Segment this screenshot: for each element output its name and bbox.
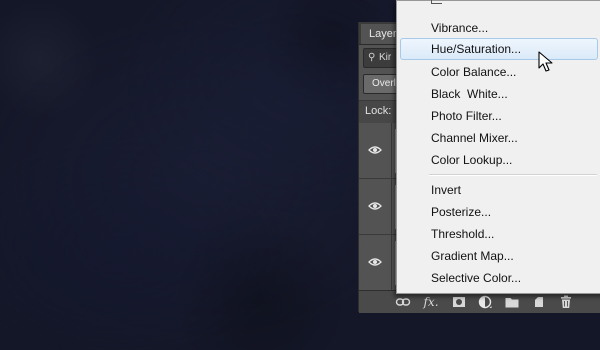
- menu-item-black-white[interactable]: Black White...: [397, 83, 600, 105]
- menu-separator: [429, 174, 597, 176]
- eye-icon: [368, 202, 382, 210]
- eye-icon: [368, 258, 382, 266]
- visibility-toggle[interactable]: [359, 123, 392, 178]
- eye-icon: [368, 146, 382, 154]
- menu-item-channel-mixer[interactable]: Channel Mixer...: [397, 127, 600, 149]
- menu-item-label: Gradient Map...: [431, 249, 514, 263]
- link-icon[interactable]: [395, 294, 411, 310]
- menu-top-remnant: [431, 0, 442, 4]
- fx-icon[interactable]: fx.: [423, 294, 439, 310]
- menu-item-hue-saturation[interactable]: Hue/Saturation...: [400, 38, 598, 60]
- menu-item-label: Threshold...: [431, 227, 495, 241]
- menu-item-label: Color Lookup...: [431, 153, 513, 167]
- new-layer-icon[interactable]: [531, 294, 547, 310]
- menu-item-posterize[interactable]: Posterize...: [397, 201, 600, 223]
- menu-item-label: Photo Filter...: [431, 109, 502, 123]
- menu-item-color-balance[interactable]: Color Balance...: [397, 61, 600, 83]
- visibility-toggle[interactable]: [359, 235, 392, 290]
- menu-item-label: Selective Color...: [431, 271, 522, 285]
- folder-icon[interactable]: [504, 294, 520, 310]
- trash-icon[interactable]: [558, 294, 574, 310]
- menu-item-photo-filter[interactable]: Photo Filter...: [397, 105, 600, 127]
- visibility-toggle[interactable]: [359, 179, 392, 234]
- menu-item-threshold[interactable]: Threshold...: [397, 223, 600, 245]
- adjustment-layer-menu: Vibrance... Hue/Saturation... Color Bala…: [396, 0, 600, 294]
- filter-kind-label: Kir: [379, 52, 392, 63]
- menu-item-label: Vibrance...: [431, 21, 489, 35]
- adjustment-icon[interactable]: [477, 294, 493, 310]
- menu-item-label: Invert: [431, 183, 462, 197]
- menu-item-selective-color[interactable]: Selective Color...: [397, 267, 600, 289]
- menu-item-color-lookup[interactable]: Color Lookup...: [397, 149, 600, 171]
- mouse-cursor-icon: [538, 51, 553, 72]
- menu-item-label: Color Balance...: [431, 65, 517, 79]
- search-icon: ⚲: [368, 52, 376, 63]
- menu-item-invert[interactable]: Invert: [397, 179, 600, 201]
- menu-item-vibrance[interactable]: Vibrance...: [397, 17, 600, 39]
- menu-item-label: Black White...: [431, 87, 508, 101]
- menu-item-label: Channel Mixer...: [431, 131, 518, 145]
- mask-icon[interactable]: [451, 294, 467, 310]
- menu-item-label: Posterize...: [431, 205, 492, 219]
- menu-item-label: Hue/Saturation...: [431, 42, 522, 56]
- menu-item-gradient-map[interactable]: Gradient Map...: [397, 245, 600, 267]
- lock-label: Lock:: [365, 105, 392, 117]
